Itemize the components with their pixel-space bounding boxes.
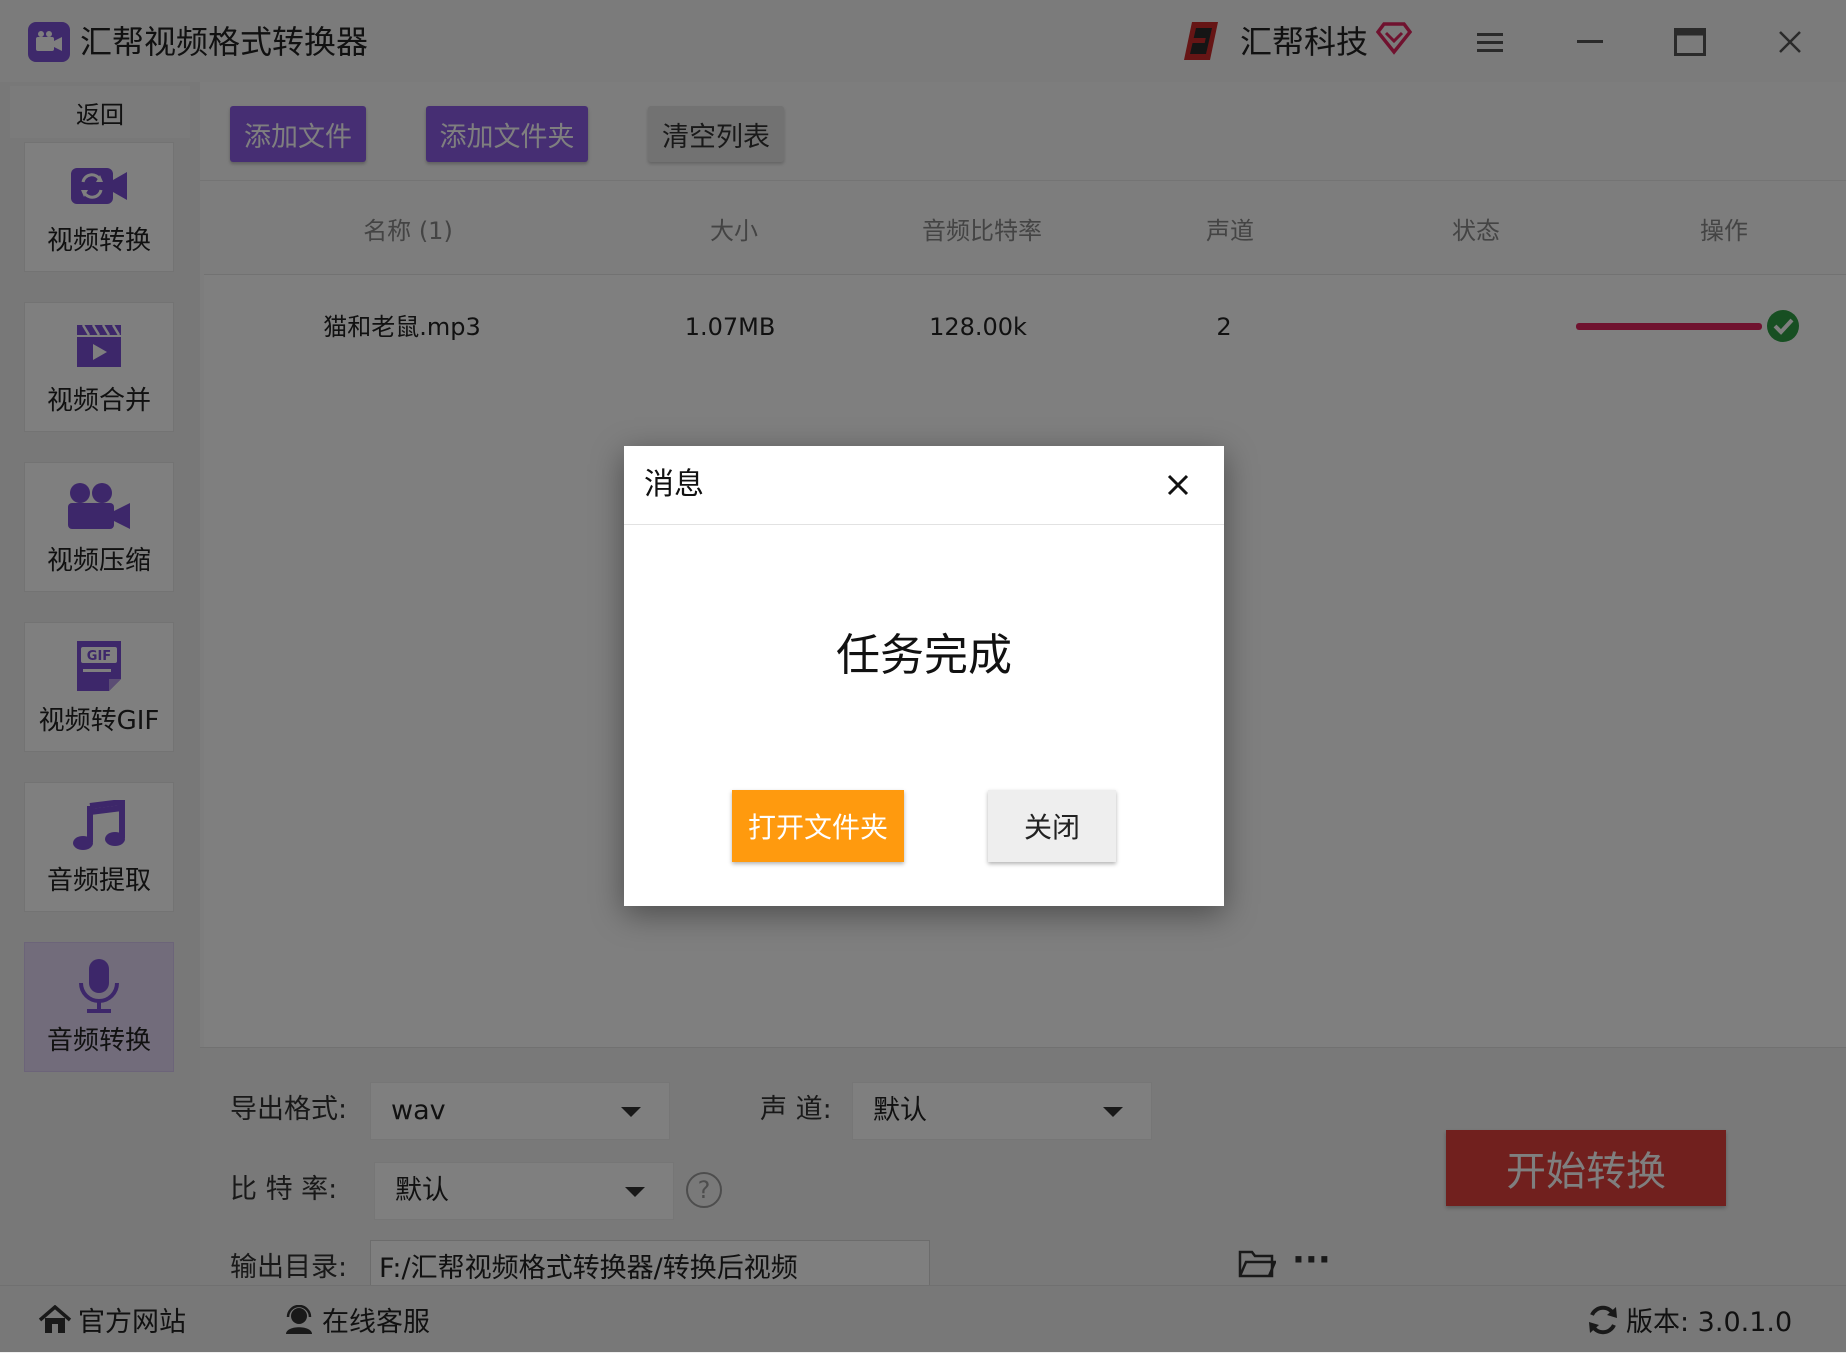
open-folder-button[interactable]: 打开文件夹 xyxy=(732,790,904,862)
dialog-header: 消息 xyxy=(624,446,1224,525)
message-dialog: 消息 任务完成 打开文件夹 关闭 xyxy=(624,446,1224,906)
close-icon[interactable] xyxy=(1160,467,1196,503)
close-button[interactable]: 关闭 xyxy=(988,790,1116,862)
dialog-title: 消息 xyxy=(644,467,704,502)
dialog-message: 任务完成 xyxy=(836,630,1012,681)
